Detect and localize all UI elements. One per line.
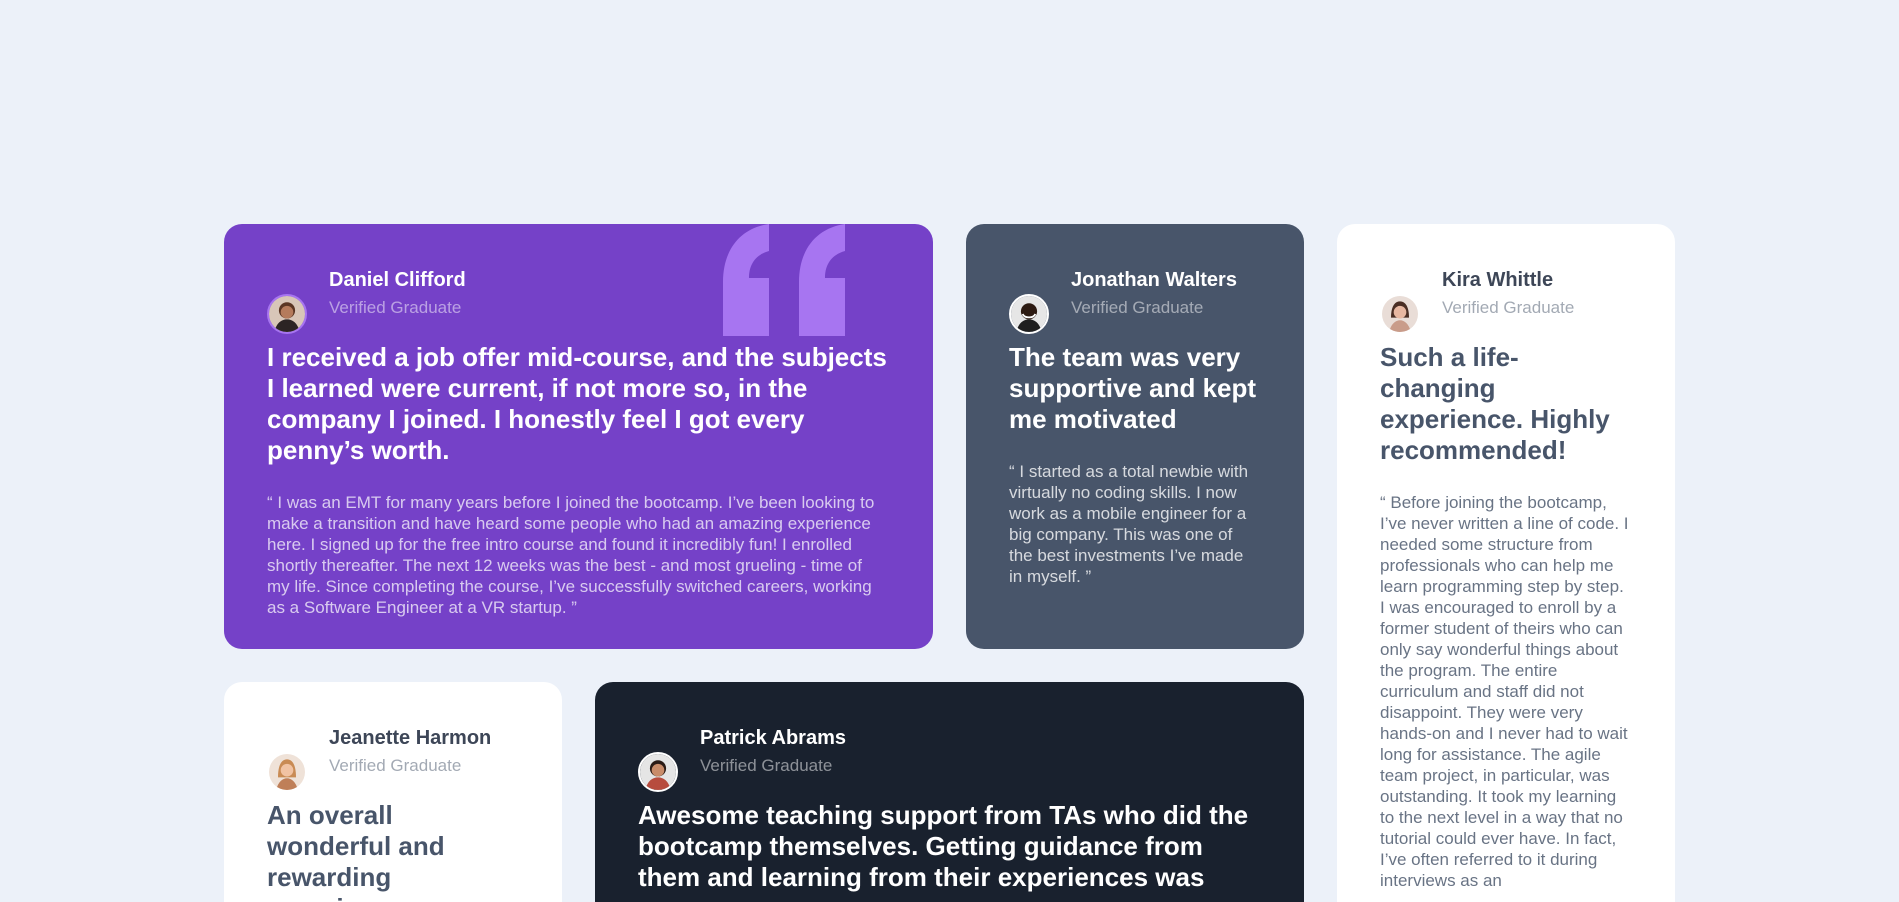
testimonial-card-jonathan: Jonathan Walters Verified Graduate The t…	[966, 224, 1304, 649]
testimonial-body: “ I was an EMT for many years before I j…	[267, 493, 875, 617]
author-role: Verified Graduate	[1071, 298, 1204, 317]
testimonial-body: “ Before joining the bootcamp, I’ve neve…	[1380, 493, 1629, 890]
name-block: Jonathan Walters Verified Graduate	[1071, 268, 1237, 318]
testimonial-header: Jonathan Walters Verified Graduate	[1009, 268, 1260, 334]
woman-avatar-icon	[267, 752, 307, 792]
author-name: Jonathan Walters	[1071, 269, 1237, 291]
testimonial-card-daniel: Daniel Clifford Verified Graduate I rece…	[224, 224, 933, 649]
name-block: Kira Whittle Verified Graduate	[1442, 268, 1574, 318]
testimonial-header: Patrick Abrams Verified Graduate	[638, 726, 1260, 792]
author-name: Daniel Clifford	[329, 269, 466, 291]
testimonial-card-patrick: Patrick Abrams Verified Graduate Awesome…	[595, 682, 1304, 902]
author-name: Kira Whittle	[1442, 269, 1554, 291]
man-avatar-icon	[1009, 294, 1049, 334]
testimonial-card-kira: Kira Whittle Verified Graduate Such a li…	[1337, 224, 1675, 902]
testimonials-grid: Daniel Clifford Verified Graduate I rece…	[0, 0, 1899, 902]
testimonial-header: Jeanette Harmon Verified Graduate	[267, 726, 518, 792]
testimonial-headline: An overall wonderful and rewarding exper…	[267, 800, 445, 902]
testimonial-header: Daniel Clifford Verified Graduate	[267, 268, 889, 334]
name-block: Jeanette Harmon Verified Graduate	[329, 726, 491, 776]
testimonial-headline: The team was very supportive and kept me…	[1009, 342, 1257, 434]
name-block: Patrick Abrams Verified Graduate	[700, 726, 846, 776]
author-role: Verified Graduate	[1442, 298, 1575, 317]
man-avatar-icon	[267, 294, 307, 334]
author-role: Verified Graduate	[700, 756, 833, 775]
author-name: Jeanette Harmon	[329, 727, 492, 749]
man-avatar-icon	[638, 752, 678, 792]
author-role: Verified Graduate	[329, 756, 462, 775]
woman-avatar-icon	[1380, 294, 1420, 334]
testimonial-headline: Awesome teaching support from TAs who di…	[638, 800, 1249, 902]
testimonial-headline: Such a life-changing experience. Highly …	[1380, 342, 1610, 465]
testimonial-body: “ I started as a total newbie with virtu…	[1009, 462, 1249, 586]
author-role: Verified Graduate	[329, 298, 462, 317]
name-block: Daniel Clifford Verified Graduate	[329, 268, 466, 318]
testimonial-header: Kira Whittle Verified Graduate	[1380, 268, 1631, 334]
testimonial-card-jeanette: Jeanette Harmon Verified Graduate An ove…	[224, 682, 562, 902]
author-name: Patrick Abrams	[700, 727, 846, 749]
testimonial-headline: I received a job offer mid-course, and t…	[267, 342, 887, 465]
